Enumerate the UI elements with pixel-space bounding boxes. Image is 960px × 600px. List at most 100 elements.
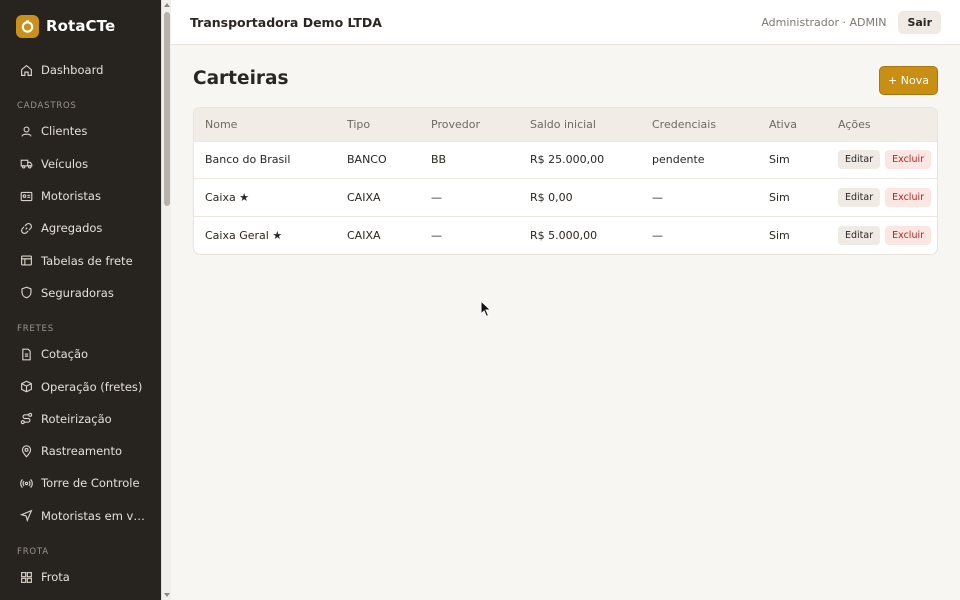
new-wallet-button[interactable]: + Nova bbox=[879, 66, 938, 95]
sidebar-item-operacao[interactable]: Operação (fretes) bbox=[0, 370, 161, 402]
sidebar-item-label: Seguradoras bbox=[41, 285, 114, 300]
cell-nome: Caixa ★ bbox=[205, 190, 250, 204]
cell-credenciais: — bbox=[652, 228, 663, 242]
edit-button[interactable]: Editar bbox=[838, 225, 881, 245]
cell-credenciais: — bbox=[652, 190, 663, 204]
sidebar-item-label: Torre de Controle bbox=[41, 476, 140, 491]
user-info: Administrador · ADMIN bbox=[761, 15, 887, 29]
logout-button[interactable]: Sair bbox=[898, 10, 941, 34]
sidebar-item-label: Rastreamento bbox=[41, 444, 122, 459]
topbar-right: Administrador · ADMIN Sair bbox=[761, 10, 941, 34]
home-icon bbox=[20, 64, 33, 77]
cell-ativa: Sim bbox=[769, 228, 790, 242]
cell-acoes: Editar Excluir bbox=[827, 141, 937, 179]
column-header-acoes: Ações bbox=[838, 117, 871, 131]
truck-icon bbox=[20, 157, 33, 170]
column-header-credenciais: Credenciais bbox=[652, 117, 717, 131]
sidebar-item-motoristas-em-viagem[interactable]: Motoristas em viagem bbox=[0, 500, 161, 532]
scroll-up-arrow-icon[interactable] bbox=[164, 3, 170, 7]
cell-ativa: Sim bbox=[769, 190, 790, 204]
scroll-down-arrow-icon[interactable] bbox=[164, 593, 170, 597]
cell-saldo: R$ 0,00 bbox=[530, 190, 573, 204]
cell-nome: Banco do Brasil bbox=[205, 153, 291, 167]
section-title-frota: FROTA bbox=[17, 546, 49, 557]
main-content: Carteiras + Nova Nome Tipo Provedor Sald… bbox=[171, 45, 960, 600]
sidebar-item-label: Roteirização bbox=[41, 411, 112, 426]
shield-icon bbox=[20, 286, 33, 299]
logo-icon bbox=[16, 14, 39, 38]
link-icon bbox=[20, 222, 33, 235]
cell-tipo: CAIXA bbox=[347, 190, 381, 204]
sidebar-item-agregados[interactable]: Agregados bbox=[0, 212, 161, 244]
cell-nome: Caixa Geral ★ bbox=[205, 228, 283, 242]
cell-saldo: R$ 25.000,00 bbox=[530, 153, 605, 167]
grid-icon bbox=[20, 571, 33, 584]
sidebar-scrollbar[interactable] bbox=[161, 0, 171, 600]
id-card-icon bbox=[20, 190, 33, 203]
section-title-fretes: FRETES bbox=[17, 324, 54, 335]
map-pin-icon bbox=[20, 444, 33, 458]
mouse-cursor-icon bbox=[480, 300, 492, 318]
page-title: Carteiras bbox=[193, 68, 289, 89]
column-header-tipo: Tipo bbox=[347, 117, 371, 131]
sidebar-item-label: Operação (fretes) bbox=[41, 379, 143, 394]
section-title-cadastros: CADASTROS bbox=[17, 101, 77, 112]
cell-acoes: Editar Excluir bbox=[827, 216, 937, 254]
cell-provedor: — bbox=[431, 190, 442, 204]
package-icon bbox=[20, 380, 33, 393]
cell-ativa: Sim bbox=[769, 153, 790, 167]
column-header-ativa: Ativa bbox=[769, 117, 797, 131]
sidebar-item-clientes[interactable]: Clientes bbox=[0, 115, 161, 147]
cell-provedor: — bbox=[431, 228, 442, 242]
document-icon bbox=[20, 348, 33, 361]
brand[interactable]: RotaCTe bbox=[0, 0, 161, 52]
cell-provedor: BB bbox=[431, 153, 447, 167]
cell-tipo: BANCO bbox=[347, 153, 387, 167]
radio-tower-icon bbox=[20, 477, 33, 490]
edit-button[interactable]: Editar bbox=[838, 150, 881, 170]
sidebar-item-label: Frota bbox=[41, 570, 70, 584]
sidebar-item-label: Tabelas de frete bbox=[41, 253, 133, 268]
column-header-saldo: Saldo inicial bbox=[530, 117, 596, 131]
sidebar-item-seguradoras[interactable]: Seguradoras bbox=[0, 277, 161, 309]
sidebar: RotaCTe Dashboard CADASTROS Clientes Veí… bbox=[0, 0, 161, 600]
cell-acoes: Editar Excluir bbox=[827, 179, 937, 217]
wallets-table: Nome Tipo Provedor Saldo inicial Credenc… bbox=[194, 108, 937, 254]
sidebar-item-frota[interactable]: Frota bbox=[0, 561, 161, 593]
sidebar-item-label: Cotação bbox=[41, 347, 89, 362]
route-icon bbox=[20, 412, 33, 425]
column-header-provedor: Provedor bbox=[431, 117, 480, 131]
sidebar-item-label: Veículos bbox=[41, 156, 89, 171]
wallets-table-card: Nome Tipo Provedor Saldo inicial Credenc… bbox=[193, 107, 938, 255]
sidebar-item-torre-de-controle[interactable]: Torre de Controle bbox=[0, 467, 161, 499]
delete-button[interactable]: Excluir bbox=[885, 225, 932, 245]
sidebar-item-veiculos[interactable]: Veículos bbox=[0, 148, 161, 180]
sidebar-item-cotacao[interactable]: Cotação bbox=[0, 338, 161, 370]
column-header-nome: Nome bbox=[205, 117, 238, 131]
cell-saldo: R$ 5.000,00 bbox=[530, 228, 598, 242]
sidebar-item-rastreamento[interactable]: Rastreamento bbox=[0, 435, 161, 467]
navigation-icon bbox=[20, 509, 33, 523]
table-icon bbox=[20, 254, 33, 267]
company-name: Transportadora Demo LTDA bbox=[190, 14, 382, 30]
sidebar-item-roteirizacao[interactable]: Roteirização bbox=[0, 403, 161, 435]
brand-name: RotaCTe bbox=[46, 17, 116, 35]
delete-button[interactable]: Excluir bbox=[885, 150, 932, 170]
scroll-thumb[interactable] bbox=[164, 12, 170, 206]
sidebar-item-label: Motoristas em viagem bbox=[41, 508, 146, 523]
cell-credenciais: pendente bbox=[652, 153, 705, 167]
table-row: Caixa ★ CAIXA — R$ 0,00 — Sim Editar Exc… bbox=[194, 178, 937, 217]
sidebar-item-label: Motoristas bbox=[41, 189, 101, 204]
edit-button[interactable]: Editar bbox=[838, 187, 881, 207]
topbar: Transportadora Demo LTDA Administrador ·… bbox=[171, 0, 960, 45]
table-header-row: Nome Tipo Provedor Saldo inicial Credenc… bbox=[194, 108, 937, 141]
sidebar-item-label: Dashboard bbox=[41, 63, 104, 78]
sidebar-item-label: Clientes bbox=[41, 124, 88, 139]
sidebar-item-tabelas-de-frete[interactable]: Tabelas de frete bbox=[0, 244, 161, 276]
delete-button[interactable]: Excluir bbox=[885, 187, 932, 207]
sidebar-item-motoristas[interactable]: Motoristas bbox=[0, 180, 161, 212]
cell-tipo: CAIXA bbox=[347, 228, 381, 242]
sidebar-item-dashboard[interactable]: Dashboard bbox=[0, 54, 161, 86]
table-row: Caixa Geral ★ CAIXA — R$ 5.000,00 — Sim … bbox=[194, 216, 937, 254]
table-row: Banco do Brasil BANCO BB R$ 25.000,00 pe… bbox=[194, 141, 937, 179]
